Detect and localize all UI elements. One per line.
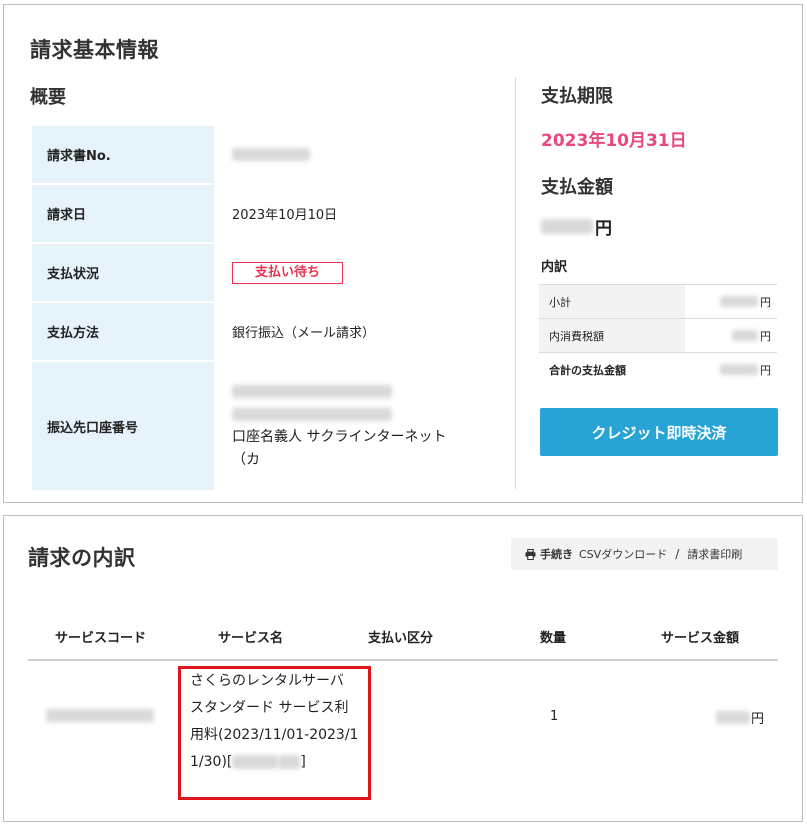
subtotal-label: 小計 xyxy=(539,285,685,318)
printer-icon xyxy=(525,548,536,560)
col-service-code: サービスコード xyxy=(55,631,147,646)
amount-redacted xyxy=(541,219,593,234)
status-badge: 支払い待ち xyxy=(232,261,344,284)
table-header-line xyxy=(28,659,778,661)
account-holder-text-cont: （カ xyxy=(232,452,260,468)
csv-download-link[interactable]: CSVダウンロード xyxy=(579,546,667,562)
bank-line-redacted-2 xyxy=(232,408,392,421)
breakdown-row-total: 合計の支払金額 円 xyxy=(539,353,777,386)
info-row-payment-method: 支払方法 銀行振込（メール請求） xyxy=(32,303,532,362)
service-code-cell xyxy=(46,709,154,726)
amount-suffix: 円 xyxy=(595,219,612,239)
billing-info-table: 請求書No. 請求日 2023年10月10日 支払状況 支払い待ち 支払方法 銀… xyxy=(32,126,532,490)
total-suffix: 円 xyxy=(760,363,771,377)
info-row-invoice-no: 請求書No. xyxy=(32,126,532,185)
invoice-no-label: 請求書No. xyxy=(32,126,214,183)
col-service-amount: サービス金額 xyxy=(661,631,740,646)
overview-heading: 概要 xyxy=(30,87,66,108)
amount-heading: 支払金額 xyxy=(541,177,613,198)
procedure-link[interactable]: 手続き xyxy=(540,546,573,562)
col-service-name: サービス名 xyxy=(218,631,284,646)
due-date: 2023年10月31日 xyxy=(541,131,687,151)
tax-redacted xyxy=(732,330,758,341)
payment-method-label: 支払方法 xyxy=(32,303,214,360)
credit-payment-button[interactable]: クレジット即時決済 xyxy=(540,408,778,456)
info-row-bank-account: 振込先口座番号 口座名義人 サクラインターネット （カ xyxy=(32,362,532,490)
quantity-cell: 1 xyxy=(550,709,559,724)
breakdown-table: 小計 円 内消費税額 円 合計の支払金額 円 xyxy=(539,284,777,386)
total-redacted xyxy=(720,364,758,375)
account-holder-text: 口座名義人 サクラインターネット xyxy=(232,429,447,445)
service-amount-redacted xyxy=(716,711,750,724)
invoice-date-label: 請求日 xyxy=(32,185,214,242)
invoice-no-value xyxy=(214,126,532,183)
info-row-invoice-date: 請求日 2023年10月10日 xyxy=(32,185,532,244)
tax-value: 円 xyxy=(685,319,777,352)
column-divider xyxy=(515,77,516,489)
subtotal-suffix: 円 xyxy=(760,295,771,309)
due-heading: 支払期限 xyxy=(541,86,613,107)
service-amount-cell: 円 xyxy=(716,708,764,727)
action-separator: / xyxy=(675,547,680,561)
print-invoice-link[interactable]: 請求書印刷 xyxy=(687,546,742,562)
payment-method-value: 銀行振込（メール請求） xyxy=(232,326,376,341)
payment-status-cell: 支払い待ち xyxy=(214,244,532,301)
info-row-payment-status: 支払状況 支払い待ち xyxy=(32,244,532,303)
total-label: 合計の支払金額 xyxy=(539,353,685,386)
highlight-box xyxy=(178,666,371,800)
service-code-redacted xyxy=(46,709,154,722)
billing-details-panel: 請求の内訳 手続き CSVダウンロード / 請求書印刷 サービスコード サービス… xyxy=(3,515,803,822)
tax-label: 内消費税額 xyxy=(539,319,685,352)
total-value: 円 xyxy=(685,353,777,386)
col-quantity: 数量 xyxy=(540,631,567,646)
service-amount-suffix: 円 xyxy=(751,712,765,727)
breakdown-row-tax: 内消費税額 円 xyxy=(539,319,777,353)
payment-status-label: 支払状況 xyxy=(32,244,214,301)
invoice-no-redacted xyxy=(232,148,310,161)
tax-suffix: 円 xyxy=(760,329,771,343)
payment-amount: 円 xyxy=(541,214,612,239)
bank-account-label: 振込先口座番号 xyxy=(32,362,214,490)
details-action-bar: 手続き CSVダウンロード / 請求書印刷 xyxy=(511,538,778,570)
subtotal-value: 円 xyxy=(685,285,777,318)
bank-account-value: 口座名義人 サクラインターネット （カ xyxy=(214,362,532,490)
breakdown-label: 内訳 xyxy=(541,260,568,275)
bank-line-redacted-1 xyxy=(232,385,392,398)
billing-info-title: 請求基本情報 xyxy=(30,38,159,62)
details-title: 請求の内訳 xyxy=(28,546,136,570)
col-payment-type: 支払い区分 xyxy=(368,631,434,646)
breakdown-row-subtotal: 小計 円 xyxy=(539,285,777,319)
invoice-date-value: 2023年10月10日 xyxy=(232,208,338,223)
billing-info-panel: 請求基本情報 概要 請求書No. 請求日 2023年10月10日 支払状況 支払… xyxy=(3,4,803,503)
subtotal-redacted xyxy=(720,296,758,307)
